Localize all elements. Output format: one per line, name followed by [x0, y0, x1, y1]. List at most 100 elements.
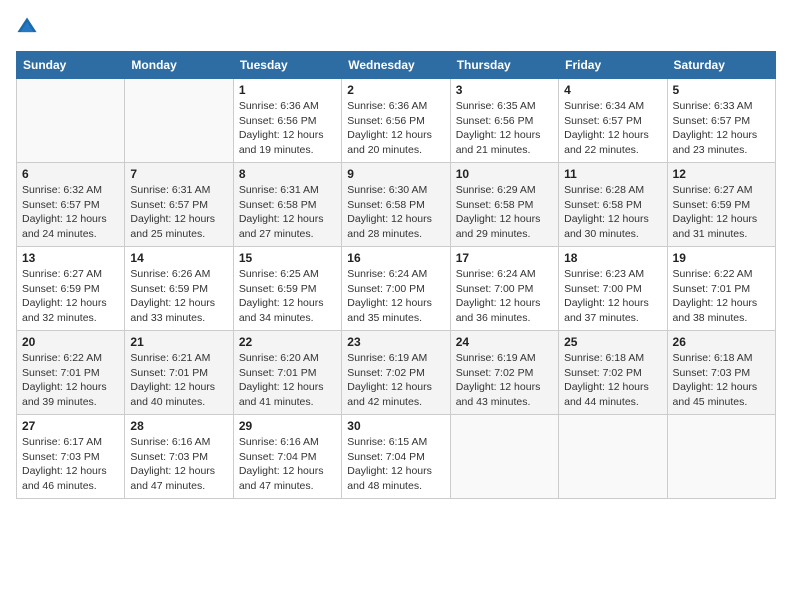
day-info: Sunrise: 6:20 AM Sunset: 7:01 PM Dayligh… [239, 351, 336, 410]
calendar-week-1: 1 Sunrise: 6:36 AM Sunset: 6:56 PM Daylig… [17, 79, 776, 163]
day-info: Sunrise: 6:19 AM Sunset: 7:02 PM Dayligh… [347, 351, 444, 410]
calendar-cell: 5 Sunrise: 6:33 AM Sunset: 6:57 PM Daylig… [667, 79, 775, 163]
calendar-cell: 24 Sunrise: 6:19 AM Sunset: 7:02 PM Dayli… [450, 331, 558, 415]
day-info: Sunrise: 6:22 AM Sunset: 7:01 PM Dayligh… [673, 267, 770, 326]
day-info: Sunrise: 6:31 AM Sunset: 6:57 PM Dayligh… [130, 183, 227, 242]
day-info: Sunrise: 6:15 AM Sunset: 7:04 PM Dayligh… [347, 435, 444, 494]
day-info: Sunrise: 6:27 AM Sunset: 6:59 PM Dayligh… [22, 267, 119, 326]
day-header-wednesday: Wednesday [342, 52, 450, 79]
calendar-cell: 22 Sunrise: 6:20 AM Sunset: 7:01 PM Dayli… [233, 331, 341, 415]
day-info: Sunrise: 6:33 AM Sunset: 6:57 PM Dayligh… [673, 99, 770, 158]
day-number: 9 [347, 167, 444, 181]
day-info: Sunrise: 6:18 AM Sunset: 7:02 PM Dayligh… [564, 351, 661, 410]
day-info: Sunrise: 6:26 AM Sunset: 6:59 PM Dayligh… [130, 267, 227, 326]
calendar-cell: 25 Sunrise: 6:18 AM Sunset: 7:02 PM Dayli… [559, 331, 667, 415]
calendar-cell: 21 Sunrise: 6:21 AM Sunset: 7:01 PM Dayli… [125, 331, 233, 415]
day-number: 27 [22, 419, 119, 433]
calendar-cell: 27 Sunrise: 6:17 AM Sunset: 7:03 PM Dayli… [17, 415, 125, 499]
calendar-cell: 9 Sunrise: 6:30 AM Sunset: 6:58 PM Daylig… [342, 163, 450, 247]
calendar-cell: 1 Sunrise: 6:36 AM Sunset: 6:56 PM Daylig… [233, 79, 341, 163]
day-info: Sunrise: 6:32 AM Sunset: 6:57 PM Dayligh… [22, 183, 119, 242]
calendar-cell: 29Sunrise: 6:16 AM Sunset: 7:04 PM Dayli… [233, 415, 341, 499]
calendar-week-5: 27 Sunrise: 6:17 AM Sunset: 7:03 PM Dayli… [17, 415, 776, 499]
day-number: 2 [347, 83, 444, 97]
day-info: Sunrise: 6:19 AM Sunset: 7:02 PM Dayligh… [456, 351, 553, 410]
day-info: Sunrise: 6:29 AM Sunset: 6:58 PM Dayligh… [456, 183, 553, 242]
day-number: 16 [347, 251, 444, 265]
calendar-cell: 11Sunrise: 6:28 AM Sunset: 6:58 PM Dayli… [559, 163, 667, 247]
calendar-cell: 2 Sunrise: 6:36 AM Sunset: 6:56 PM Daylig… [342, 79, 450, 163]
day-info: Sunrise: 6:36 AM Sunset: 6:56 PM Dayligh… [239, 99, 336, 158]
day-info: Sunrise: 6:22 AM Sunset: 7:01 PM Dayligh… [22, 351, 119, 410]
day-number: 19 [673, 251, 770, 265]
calendar-cell [559, 415, 667, 499]
day-header-thursday: Thursday [450, 52, 558, 79]
calendar-cell [667, 415, 775, 499]
day-number: 26 [673, 335, 770, 349]
page-header [16, 16, 776, 43]
calendar-cell: 10 Sunrise: 6:29 AM Sunset: 6:58 PM Dayli… [450, 163, 558, 247]
calendar-cell: 15 Sunrise: 6:25 AM Sunset: 6:59 PM Dayli… [233, 247, 341, 331]
day-number: 25 [564, 335, 661, 349]
day-number: 23 [347, 335, 444, 349]
calendar-week-2: 6 Sunrise: 6:32 AM Sunset: 6:57 PM Daylig… [17, 163, 776, 247]
day-number: 1 [239, 83, 336, 97]
day-number: 20 [22, 335, 119, 349]
calendar-table: SundayMondayTuesdayWednesdayThursdayFrid… [16, 51, 776, 499]
calendar-cell: 28Sunrise: 6:16 AM Sunset: 7:03 PM Dayli… [125, 415, 233, 499]
calendar-cell [125, 79, 233, 163]
day-info: Sunrise: 6:31 AM Sunset: 6:58 PM Dayligh… [239, 183, 336, 242]
day-number: 6 [22, 167, 119, 181]
calendar-week-3: 13 Sunrise: 6:27 AM Sunset: 6:59 PM Dayli… [17, 247, 776, 331]
day-info: Sunrise: 6:30 AM Sunset: 6:58 PM Dayligh… [347, 183, 444, 242]
day-number: 14 [130, 251, 227, 265]
day-info: Sunrise: 6:23 AM Sunset: 7:00 PM Dayligh… [564, 267, 661, 326]
day-number: 15 [239, 251, 336, 265]
calendar-cell: 4 Sunrise: 6:34 AM Sunset: 6:57 PM Daylig… [559, 79, 667, 163]
day-number: 21 [130, 335, 227, 349]
day-info: Sunrise: 6:17 AM Sunset: 7:03 PM Dayligh… [22, 435, 119, 494]
day-info: Sunrise: 6:16 AM Sunset: 7:03 PM Dayligh… [130, 435, 227, 494]
calendar-cell: 6 Sunrise: 6:32 AM Sunset: 6:57 PM Daylig… [17, 163, 125, 247]
calendar-cell: 8Sunrise: 6:31 AM Sunset: 6:58 PM Daylig… [233, 163, 341, 247]
calendar-cell: 12 Sunrise: 6:27 AM Sunset: 6:59 PM Dayli… [667, 163, 775, 247]
day-info: Sunrise: 6:21 AM Sunset: 7:01 PM Dayligh… [130, 351, 227, 410]
calendar-cell: 18Sunrise: 6:23 AM Sunset: 7:00 PM Dayli… [559, 247, 667, 331]
day-number: 29 [239, 419, 336, 433]
day-number: 7 [130, 167, 227, 181]
day-number: 24 [456, 335, 553, 349]
calendar-cell: 14 Sunrise: 6:26 AM Sunset: 6:59 PM Dayli… [125, 247, 233, 331]
day-info: Sunrise: 6:25 AM Sunset: 6:59 PM Dayligh… [239, 267, 336, 326]
day-number: 30 [347, 419, 444, 433]
day-number: 10 [456, 167, 553, 181]
day-header-sunday: Sunday [17, 52, 125, 79]
day-header-monday: Monday [125, 52, 233, 79]
day-number: 5 [673, 83, 770, 97]
day-number: 13 [22, 251, 119, 265]
day-number: 12 [673, 167, 770, 181]
calendar-cell: 26Sunrise: 6:18 AM Sunset: 7:03 PM Dayli… [667, 331, 775, 415]
calendar-cell: 17Sunrise: 6:24 AM Sunset: 7:00 PM Dayli… [450, 247, 558, 331]
day-number: 17 [456, 251, 553, 265]
day-number: 22 [239, 335, 336, 349]
calendar-cell: 7 Sunrise: 6:31 AM Sunset: 6:57 PM Daylig… [125, 163, 233, 247]
logo-icon [16, 16, 38, 38]
calendar-cell: 13 Sunrise: 6:27 AM Sunset: 6:59 PM Dayli… [17, 247, 125, 331]
day-header-tuesday: Tuesday [233, 52, 341, 79]
calendar-cell: 16 Sunrise: 6:24 AM Sunset: 7:00 PM Dayli… [342, 247, 450, 331]
calendar-cell: 30 Sunrise: 6:15 AM Sunset: 7:04 PM Dayli… [342, 415, 450, 499]
day-info: Sunrise: 6:27 AM Sunset: 6:59 PM Dayligh… [673, 183, 770, 242]
day-header-friday: Friday [559, 52, 667, 79]
day-number: 3 [456, 83, 553, 97]
day-info: Sunrise: 6:36 AM Sunset: 6:56 PM Dayligh… [347, 99, 444, 158]
calendar-cell [17, 79, 125, 163]
day-info: Sunrise: 6:35 AM Sunset: 6:56 PM Dayligh… [456, 99, 553, 158]
calendar-cell: 19 Sunrise: 6:22 AM Sunset: 7:01 PM Dayli… [667, 247, 775, 331]
logo [16, 16, 40, 43]
day-number: 4 [564, 83, 661, 97]
day-info: Sunrise: 6:34 AM Sunset: 6:57 PM Dayligh… [564, 99, 661, 158]
day-info: Sunrise: 6:24 AM Sunset: 7:00 PM Dayligh… [347, 267, 444, 326]
calendar-cell: 3 Sunrise: 6:35 AM Sunset: 6:56 PM Daylig… [450, 79, 558, 163]
day-info: Sunrise: 6:28 AM Sunset: 6:58 PM Dayligh… [564, 183, 661, 242]
calendar-cell: 20 Sunrise: 6:22 AM Sunset: 7:01 PM Dayli… [17, 331, 125, 415]
